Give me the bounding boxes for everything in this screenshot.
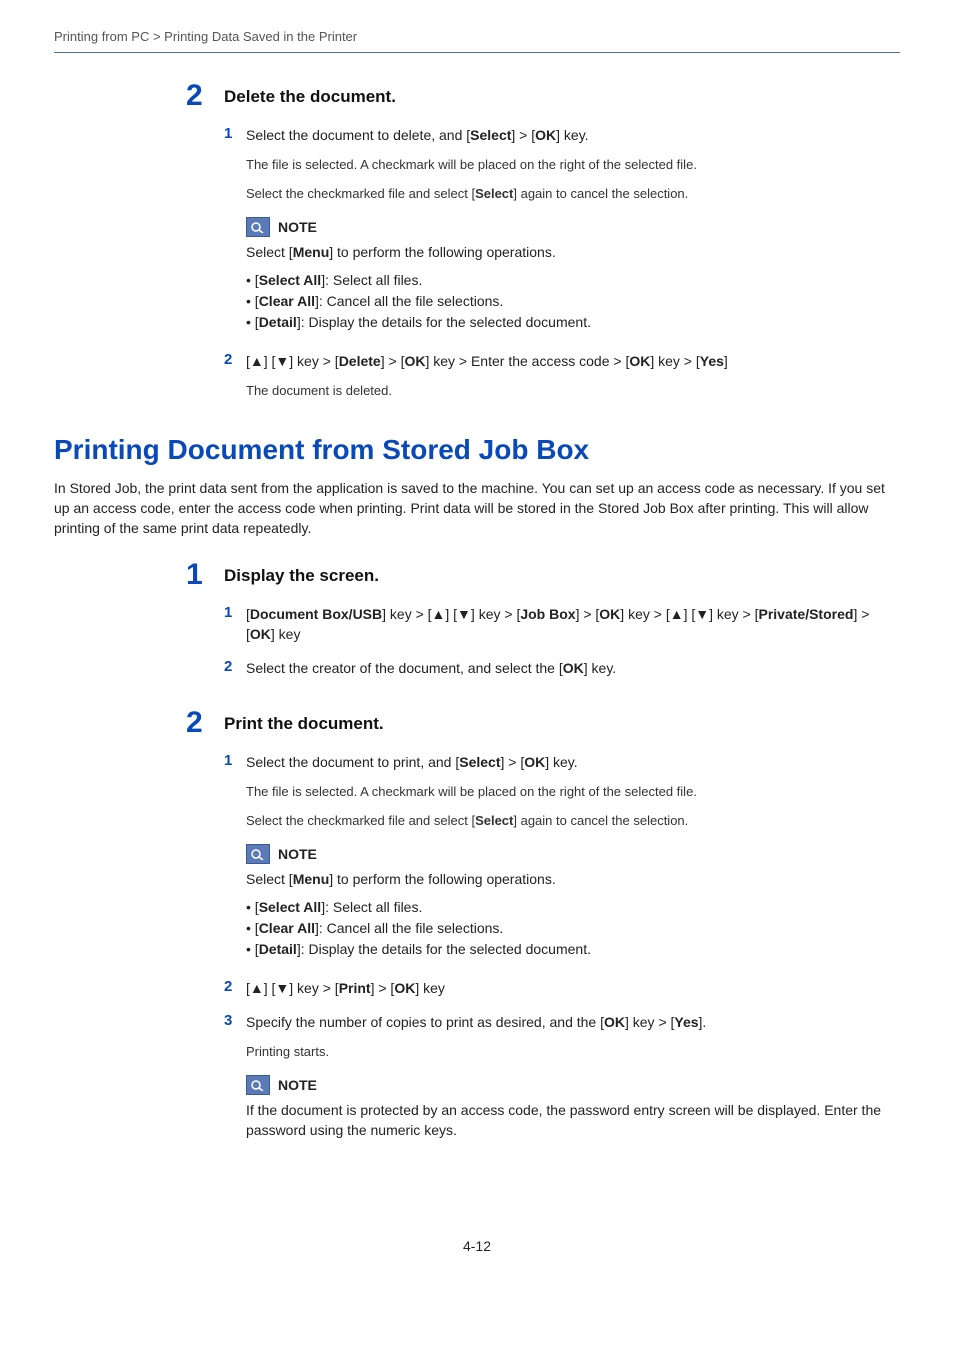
substep-text: Select the creator of the document, and … bbox=[246, 658, 616, 678]
step-number: 2 bbox=[186, 81, 224, 111]
paragraph: The file is selected. A checkmark will b… bbox=[246, 155, 900, 174]
paragraph: Printing starts. bbox=[246, 1042, 900, 1061]
note-lead: Select [Menu] to perform the following o… bbox=[246, 869, 900, 889]
note-box: NOTE Select [Menu] to perform the follow… bbox=[246, 217, 900, 333]
note-lead: Select [Menu] to perform the following o… bbox=[246, 242, 900, 262]
step-delete-document: 2 Delete the document. bbox=[186, 81, 900, 111]
paragraph: The document is deleted. bbox=[246, 381, 900, 400]
substep-number: 1 bbox=[224, 752, 246, 769]
paragraph: Select the checkmarked file and select [… bbox=[246, 811, 900, 830]
step-title: Display the screen. bbox=[224, 560, 379, 586]
note-icon bbox=[246, 844, 270, 864]
bullet: • [Select All]: Select all files. bbox=[246, 270, 900, 291]
paragraph: Select the checkmarked file and select [… bbox=[246, 184, 900, 203]
step-number: 1 bbox=[186, 560, 224, 590]
note-bullets: • [Select All]: Select all files. • [Cle… bbox=[246, 897, 900, 960]
breadcrumb: Printing from PC > Printing Data Saved i… bbox=[54, 29, 900, 53]
substep-text: Specify the number of copies to print as… bbox=[246, 1012, 706, 1032]
note-title: NOTE bbox=[278, 1077, 317, 1093]
note-box: NOTE Select [Menu] to perform the follow… bbox=[246, 844, 900, 960]
note-bullets: • [Select All]: Select all files. • [Cle… bbox=[246, 270, 900, 333]
substep-number: 2 bbox=[224, 978, 246, 995]
intro-paragraph: In Stored Job, the print data sent from … bbox=[54, 478, 900, 538]
substep-number: 2 bbox=[224, 658, 246, 675]
step-print-document: 2 Print the document. bbox=[186, 708, 900, 738]
note-icon bbox=[246, 1075, 270, 1095]
page-number: 4-12 bbox=[0, 1238, 954, 1254]
section-heading: Printing Document from Stored Job Box bbox=[54, 434, 900, 466]
delete-substeps: 1 Select the document to delete, and [Se… bbox=[224, 125, 900, 400]
step-title: Print the document. bbox=[224, 708, 384, 734]
bullet: • [Detail]: Display the details for the … bbox=[246, 939, 900, 960]
page: Printing from PC > Printing Data Saved i… bbox=[0, 0, 954, 1350]
step-title: Delete the document. bbox=[224, 81, 396, 107]
note-body: If the document is protected by an acces… bbox=[246, 1100, 900, 1140]
note-box: NOTE If the document is protected by an … bbox=[246, 1075, 900, 1140]
display-substeps: 1 [Document Box/USB] key > [▲] [▼] key >… bbox=[224, 604, 900, 678]
bullet: • [Select All]: Select all files. bbox=[246, 897, 900, 918]
bullet: • [Clear All]: Cancel all the file selec… bbox=[246, 918, 900, 939]
bullet: • [Detail]: Display the details for the … bbox=[246, 312, 900, 333]
bullet: • [Clear All]: Cancel all the file selec… bbox=[246, 291, 900, 312]
substep-number: 2 bbox=[224, 351, 246, 368]
step-number: 2 bbox=[186, 708, 224, 738]
substep-number: 3 bbox=[224, 1012, 246, 1029]
print-substeps: 1 Select the document to print, and [Sel… bbox=[224, 752, 900, 1140]
step-display-screen: 1 Display the screen. bbox=[186, 560, 900, 590]
substep-text: Select the document to delete, and [Sele… bbox=[246, 125, 589, 145]
paragraph: The file is selected. A checkmark will b… bbox=[246, 782, 900, 801]
substep-number: 1 bbox=[224, 125, 246, 142]
substep-number: 1 bbox=[224, 604, 246, 621]
note-icon bbox=[246, 217, 270, 237]
substep-text: [Document Box/USB] key > [▲] [▼] key > [… bbox=[246, 604, 900, 644]
substep-text: [▲] [▼] key > [Delete] > [OK] key > Ente… bbox=[246, 351, 728, 371]
substep-text: Select the document to print, and [Selec… bbox=[246, 752, 578, 772]
substep-text: [▲] [▼] key > [Print] > [OK] key bbox=[246, 978, 445, 998]
note-title: NOTE bbox=[278, 846, 317, 862]
note-title: NOTE bbox=[278, 219, 317, 235]
